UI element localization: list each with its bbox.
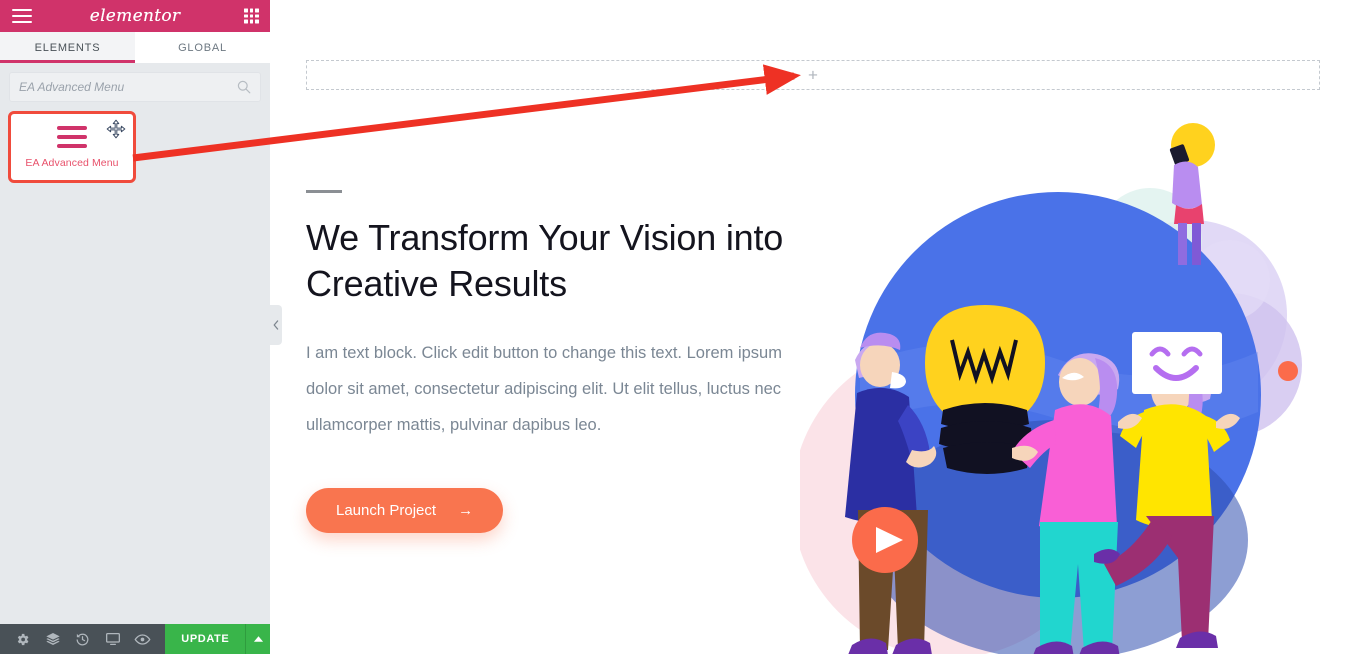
navigator-layers-icon[interactable] [38, 624, 68, 654]
editor-panel: elementor ELEMENTS GLOBAL EA Advanced Me… [0, 0, 271, 654]
search-box[interactable] [9, 72, 261, 102]
panel-bottom-bar: UPDATE [0, 624, 271, 654]
update-button[interactable]: UPDATE [165, 624, 246, 654]
panel-tabs: ELEMENTS GLOBAL [0, 32, 270, 64]
chevron-up-icon [253, 636, 263, 642]
widget-results: EA Advanced Menu [0, 109, 270, 624]
settings-gear-icon[interactable] [8, 624, 38, 654]
hamburger-menu-widget-icon [57, 125, 87, 148]
section-dropzone[interactable]: + [306, 60, 1320, 90]
search-container [0, 64, 270, 109]
search-input[interactable] [19, 80, 237, 94]
hero-body-text: I am text block. Click edit button to ch… [306, 344, 782, 434]
grid-icon[interactable] [244, 8, 259, 24]
launch-project-label: Launch Project [336, 502, 437, 519]
widget-ea-advanced-menu[interactable]: EA Advanced Menu [8, 111, 136, 183]
play-icon [852, 507, 918, 573]
tab-global-label: GLOBAL [178, 41, 227, 54]
move-cursor-icon [106, 119, 126, 139]
search-icon [237, 80, 251, 94]
arrow-right-icon: → [458, 502, 474, 519]
hero-section: We Transform Your Vision into Creative R… [306, 190, 806, 533]
panel-collapse-handle[interactable] [270, 305, 282, 345]
hero-divider [306, 190, 342, 193]
editor-canvas: + We Transform Your Vision into Creative… [270, 0, 1345, 654]
widget-label: EA Advanced Menu [25, 156, 119, 169]
hamburger-icon[interactable] [12, 9, 32, 23]
update-options-button[interactable] [245, 624, 271, 654]
panel-header: elementor [0, 0, 270, 32]
tab-elements-label: ELEMENTS [34, 41, 101, 54]
responsive-mode-icon[interactable] [98, 624, 128, 654]
chevron-left-icon [273, 320, 279, 330]
page-title: We Transform Your Vision into Creative R… [306, 217, 784, 304]
elementor-logo: elementor [89, 6, 181, 26]
tab-global[interactable]: GLOBAL [135, 32, 270, 64]
history-revisions-icon[interactable] [68, 624, 98, 654]
tab-elements[interactable]: ELEMENTS [0, 32, 135, 64]
team-creativity-illustration [800, 110, 1320, 654]
preview-eye-icon[interactable] [127, 624, 157, 654]
launch-project-button[interactable]: Launch Project → [306, 488, 504, 533]
plus-icon[interactable]: + [808, 67, 818, 84]
update-button-label: UPDATE [181, 633, 230, 645]
